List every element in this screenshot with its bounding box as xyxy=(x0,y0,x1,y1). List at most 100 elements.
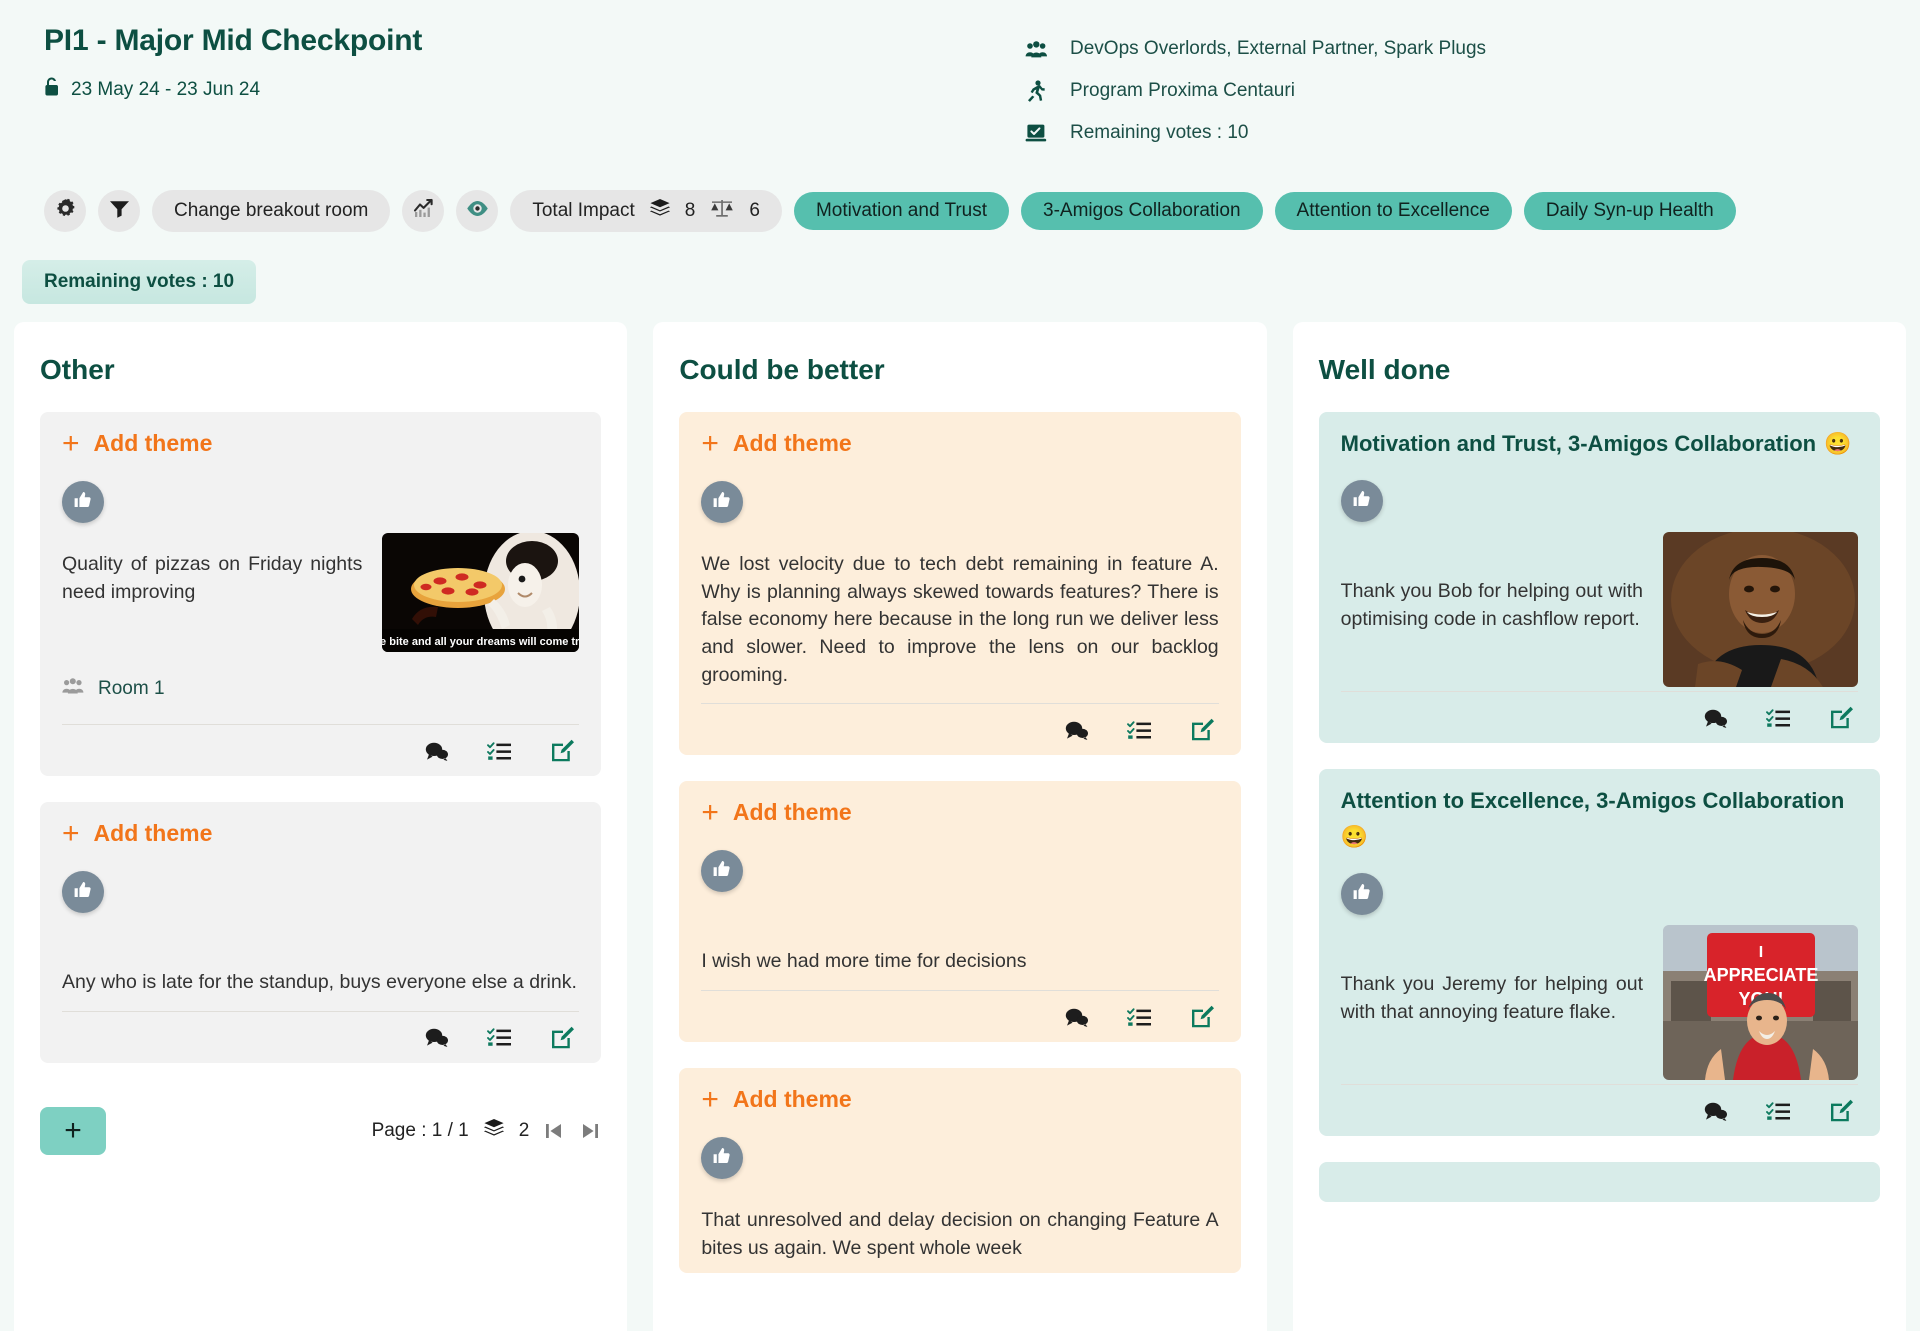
svg-text:I: I xyxy=(1759,944,1763,961)
theme-card: + Add theme We lost velocity due to tech… xyxy=(679,412,1241,756)
vote-button[interactable] xyxy=(62,871,104,913)
comment-icon[interactable] xyxy=(1703,708,1728,728)
edit-square-icon[interactable] xyxy=(550,739,575,762)
card-text: I wish we had more time for decisions xyxy=(701,950,1027,973)
remaining-votes-badge: Remaining votes : 10 xyxy=(22,260,257,304)
add-theme-button[interactable]: + Add theme xyxy=(701,428,1218,463)
add-theme-label: Add theme xyxy=(732,799,852,826)
tag-attention-to-excellence[interactable]: Attention to Excellence xyxy=(1274,192,1512,230)
svg-text:One bite and all your dreams w: One bite and all your dreams will come t… xyxy=(382,636,579,648)
comment-icon[interactable] xyxy=(424,1027,449,1048)
plus-icon: + xyxy=(62,426,80,460)
card-text: Any who is late for the standup, buys ev… xyxy=(62,971,577,993)
edit-square-icon[interactable] xyxy=(1190,1005,1215,1028)
smiley-emoji-icon: 😀 xyxy=(1824,431,1852,456)
theme-heading: Attention to Excellence, 3-Amigos Collab… xyxy=(1341,787,1858,855)
pager-controls: Page : 1 / 1 2 xyxy=(372,1118,602,1144)
comment-icon[interactable] xyxy=(1703,1101,1728,1121)
checklist-icon[interactable] xyxy=(1126,720,1152,740)
vote-button[interactable] xyxy=(701,1137,744,1180)
edit-square-icon[interactable] xyxy=(550,1026,575,1049)
checklist-icon[interactable] xyxy=(1126,1007,1152,1027)
column-well-done: Well done Motivation and Trust, 3-Amigos… xyxy=(1292,322,1906,1331)
column-could-be-better: Could be better + Add theme We lost velo… xyxy=(653,322,1267,1331)
settings-button[interactable] xyxy=(44,190,86,232)
checklist-icon[interactable] xyxy=(1766,708,1791,728)
theme-card: Attention to Excellence, 3-Amigos Collab… xyxy=(1318,769,1880,1137)
page-label: Page : 1 / 1 xyxy=(371,1119,469,1141)
scales-icon xyxy=(709,198,735,224)
layers-icon xyxy=(649,198,671,224)
breakout-room-row: Room 1 xyxy=(62,652,579,720)
board-toolbar: Change breakout room Total Impact 8 6 Mo… xyxy=(0,190,1920,232)
card-text: Thank you Jeremy for helping out with th… xyxy=(1340,973,1643,1024)
i-appreciate-you-image: I APPRECIATE YOU! xyxy=(1662,925,1858,1081)
filter-button[interactable] xyxy=(98,190,140,232)
theme-heading: Motivation and Trust, 3-Amigos Collabora… xyxy=(1341,430,1858,462)
add-theme-label: Add theme xyxy=(93,430,213,456)
comment-icon[interactable] xyxy=(1064,1007,1089,1027)
total-impact-indicator[interactable]: Total Impact 8 6 xyxy=(510,190,782,232)
tag-3-amigos-collaboration[interactable]: 3-Amigos Collaboration xyxy=(1021,192,1263,230)
column-title: Could be better xyxy=(679,354,885,385)
thumbs-up-icon xyxy=(1352,882,1372,907)
impact-layers-value: 8 xyxy=(684,200,696,221)
add-theme-button[interactable]: + Add theme xyxy=(62,426,579,463)
card-footer xyxy=(701,990,1219,1042)
edit-square-icon[interactable] xyxy=(1190,718,1215,741)
checklist-icon[interactable] xyxy=(487,1027,512,1047)
checklist-icon[interactable] xyxy=(1766,1101,1791,1121)
visibility-button[interactable] xyxy=(456,190,499,232)
analytics-button[interactable] xyxy=(402,190,445,232)
card-text: Thank you Bob for helping out with optim… xyxy=(1340,580,1643,630)
vote-button[interactable] xyxy=(62,481,104,523)
comment-icon[interactable] xyxy=(424,741,449,761)
theme-card: + Add theme Quality of pizzas on Friday … xyxy=(40,412,602,776)
vote-button[interactable] xyxy=(701,481,744,523)
theme-card-body: That unresolved and delay decision on ch… xyxy=(701,1189,1218,1272)
date-range-label: 23 May 24 - 23 Jun 24 xyxy=(71,78,261,100)
card-footer xyxy=(701,703,1219,755)
skip-first-icon[interactable] xyxy=(543,1121,565,1141)
layers-icon xyxy=(483,1118,505,1144)
vote-button[interactable] xyxy=(1340,873,1383,916)
change-breakout-room-button[interactable]: Change breakout room xyxy=(152,190,391,232)
theme-card-body: Any who is late for the standup, buys ev… xyxy=(62,923,579,1007)
thumbs-up-icon xyxy=(73,490,93,515)
tag-label: Attention to Excellence xyxy=(1296,200,1490,221)
eye-icon xyxy=(466,199,489,223)
vote-button[interactable] xyxy=(701,850,744,893)
tag-daily-syn-up-health[interactable]: Daily Syn-up Health xyxy=(1523,192,1736,230)
skip-last-icon[interactable] xyxy=(579,1121,601,1141)
board-columns: Other + Add theme Quality of pizzas on F… xyxy=(0,322,1920,1331)
info-program-label: Program Proxima Centauri xyxy=(1070,80,1295,101)
board-header: PI1 - Major Mid Checkpoint 23 May 24 - 2… xyxy=(0,0,1920,154)
appreciation-man-image xyxy=(1662,532,1858,688)
column-other: Other + Add theme Quality of pizzas on F… xyxy=(14,322,628,1331)
info-votes-label: Remaining votes : 10 xyxy=(1070,122,1249,143)
people-group-icon xyxy=(62,678,84,700)
tag-motivation-and-trust[interactable]: Motivation and Trust xyxy=(793,192,1010,230)
tag-label: Motivation and Trust xyxy=(815,200,988,221)
gear-icon xyxy=(55,198,76,224)
add-card-button[interactable]: + xyxy=(40,1106,106,1155)
impact-scales-value: 6 xyxy=(749,200,760,221)
theme-card: + Add theme I wish we had more time for … xyxy=(679,781,1241,1043)
edit-square-icon[interactable] xyxy=(1829,706,1854,729)
card-text: Quality of pizzas on Friday nights need … xyxy=(62,553,363,603)
header-left: PI1 - Major Mid Checkpoint 23 May 24 - 2… xyxy=(44,24,1024,154)
header-info-list: DevOps Overlords, External Partner, Spar… xyxy=(1024,24,1876,154)
info-row-teams: DevOps Overlords, External Partner, Spar… xyxy=(1024,28,1876,70)
comment-icon[interactable] xyxy=(1064,720,1089,740)
vote-button[interactable] xyxy=(1340,480,1383,523)
breakout-room-label: Room 1 xyxy=(98,678,165,699)
total-impact-label: Total Impact xyxy=(532,200,635,221)
retro-board-page: PI1 - Major Mid Checkpoint 23 May 24 - 2… xyxy=(0,0,1920,1331)
add-theme-button[interactable]: + Add theme xyxy=(701,1082,1218,1119)
checklist-icon[interactable] xyxy=(487,741,512,761)
thumbs-up-icon xyxy=(712,1146,732,1171)
add-theme-button[interactable]: + Add theme xyxy=(701,797,1218,832)
add-theme-button[interactable]: + Add theme xyxy=(62,818,579,853)
plus-icon: + xyxy=(701,1082,719,1116)
edit-square-icon[interactable] xyxy=(1829,1099,1854,1122)
